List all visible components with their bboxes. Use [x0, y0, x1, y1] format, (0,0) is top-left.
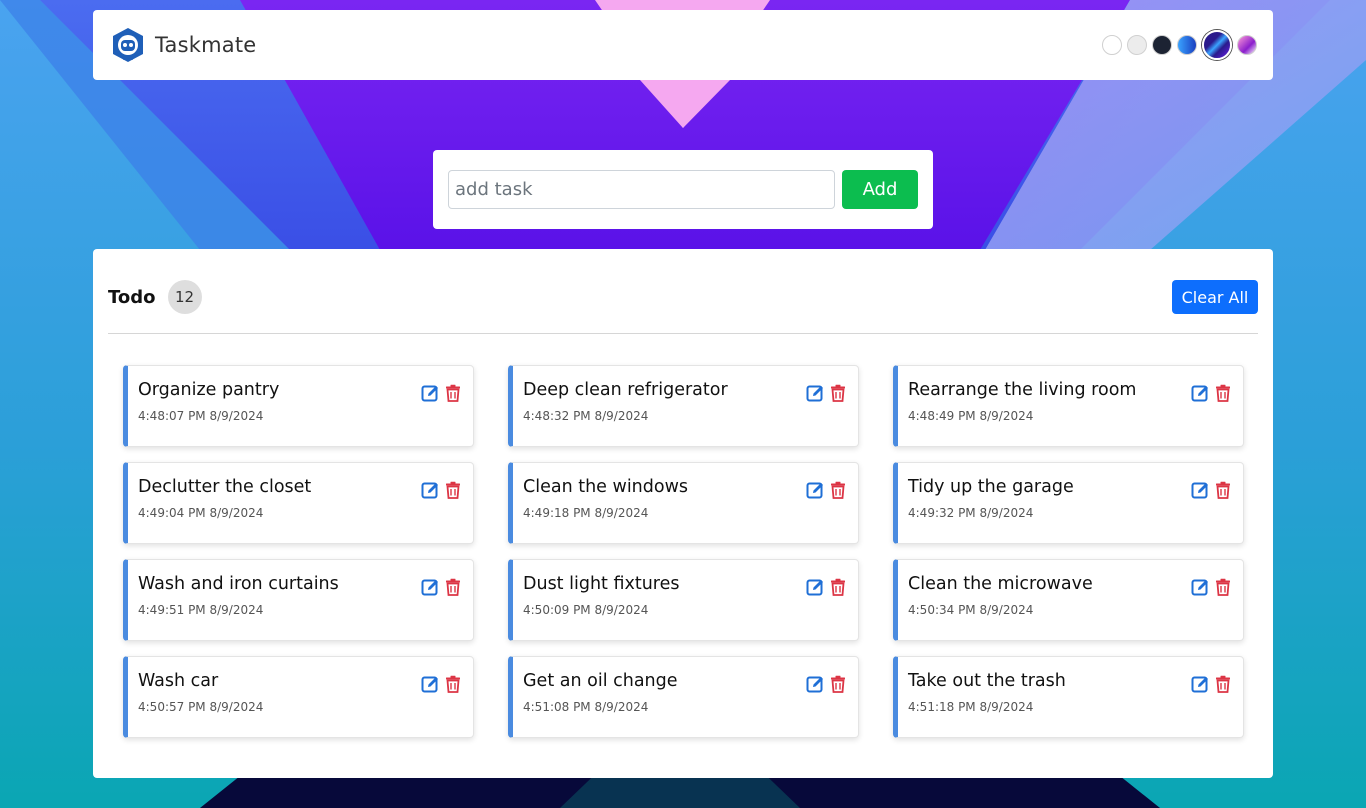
task-actions: [1191, 578, 1232, 596]
clear-all-button[interactable]: Clear All: [1172, 280, 1258, 314]
edit-icon[interactable]: [421, 384, 439, 402]
task-actions: [421, 384, 462, 402]
theme-swatch-grey[interactable]: [1127, 35, 1147, 55]
app-logo[interactable]: Taskmate: [109, 26, 256, 64]
task-timestamp: 4:48:49 PM 8/9/2024: [908, 409, 1034, 423]
task-actions: [806, 481, 847, 499]
edit-icon[interactable]: [1191, 384, 1209, 402]
task-card: Rearrange the living room 4:48:49 PM 8/9…: [893, 365, 1244, 447]
edit-icon[interactable]: [806, 675, 824, 693]
task-actions: [806, 578, 847, 596]
task-card: Wash car 4:50:57 PM 8/9/2024: [123, 656, 474, 738]
task-timestamp: 4:50:57 PM 8/9/2024: [138, 700, 264, 714]
edit-icon[interactable]: [421, 675, 439, 693]
robot-icon: [113, 28, 143, 62]
edit-icon[interactable]: [421, 481, 439, 499]
task-card: Dust light fixtures 4:50:09 PM 8/9/2024: [508, 559, 859, 641]
theme-swatch-blue[interactable]: [1177, 35, 1197, 55]
app-title: Taskmate: [155, 33, 257, 57]
task-card: Clean the windows 4:49:18 PM 8/9/2024: [508, 462, 859, 544]
edit-icon[interactable]: [1191, 675, 1209, 693]
task-card: Organize pantry 4:48:07 PM 8/9/2024: [123, 365, 474, 447]
theme-swatch-dark[interactable]: [1152, 35, 1172, 55]
task-timestamp: 4:48:07 PM 8/9/2024: [138, 409, 264, 423]
task-card: Get an oil change 4:51:08 PM 8/9/2024: [508, 656, 859, 738]
theme-swatch-pink-gradient[interactable]: [1237, 35, 1257, 55]
trash-icon[interactable]: [444, 675, 462, 693]
trash-icon[interactable]: [1214, 578, 1232, 596]
todo-panel: Todo 12 Clear All Organize pantry 4:48:0…: [93, 249, 1273, 778]
task-timestamp: 4:49:51 PM 8/9/2024: [138, 603, 264, 617]
task-timestamp: 4:49:04 PM 8/9/2024: [138, 506, 264, 520]
task-timestamp: 4:51:18 PM 8/9/2024: [908, 700, 1034, 714]
edit-icon[interactable]: [1191, 578, 1209, 596]
todo-title: Todo: [108, 286, 156, 308]
add-task-form: Add: [433, 150, 933, 229]
todo-header: Todo 12 Clear All: [108, 249, 1258, 334]
theme-swatch-purple-gradient[interactable]: [1202, 30, 1232, 60]
task-timestamp: 4:49:18 PM 8/9/2024: [523, 506, 649, 520]
task-input[interactable]: [448, 170, 835, 209]
task-actions: [421, 481, 462, 499]
task-count-badge: 12: [167, 280, 202, 314]
edit-icon[interactable]: [806, 481, 824, 499]
edit-icon[interactable]: [1191, 481, 1209, 499]
task-grid: Organize pantry 4:48:07 PM 8/9/2024 Deep…: [123, 365, 1244, 738]
theme-swatch-light[interactable]: [1102, 35, 1122, 55]
theme-switcher: [1102, 30, 1257, 60]
task-card: Wash and iron curtains 4:49:51 PM 8/9/20…: [123, 559, 474, 641]
task-actions: [1191, 675, 1232, 693]
task-timestamp: 4:51:08 PM 8/9/2024: [523, 700, 649, 714]
edit-icon[interactable]: [806, 384, 824, 402]
trash-icon[interactable]: [829, 384, 847, 402]
task-card: Take out the trash 4:51:18 PM 8/9/2024: [893, 656, 1244, 738]
task-actions: [1191, 481, 1232, 499]
task-actions: [421, 578, 462, 596]
trash-icon[interactable]: [829, 578, 847, 596]
trash-icon[interactable]: [444, 578, 462, 596]
add-task-button[interactable]: Add: [842, 170, 918, 209]
task-actions: [806, 675, 847, 693]
app-header: Taskmate: [93, 10, 1273, 80]
task-card: Deep clean refrigerator 4:48:32 PM 8/9/2…: [508, 365, 859, 447]
trash-icon[interactable]: [1214, 675, 1232, 693]
task-timestamp: 4:50:34 PM 8/9/2024: [908, 603, 1034, 617]
trash-icon[interactable]: [1214, 481, 1232, 499]
trash-icon[interactable]: [829, 675, 847, 693]
task-timestamp: 4:50:09 PM 8/9/2024: [523, 603, 649, 617]
trash-icon[interactable]: [1214, 384, 1232, 402]
task-actions: [1191, 384, 1232, 402]
task-actions: [806, 384, 847, 402]
task-card: Tidy up the garage 4:49:32 PM 8/9/2024: [893, 462, 1244, 544]
task-timestamp: 4:48:32 PM 8/9/2024: [523, 409, 649, 423]
trash-icon[interactable]: [444, 481, 462, 499]
task-card: Declutter the closet 4:49:04 PM 8/9/2024: [123, 462, 474, 544]
trash-icon[interactable]: [829, 481, 847, 499]
trash-icon[interactable]: [444, 384, 462, 402]
edit-icon[interactable]: [421, 578, 439, 596]
edit-icon[interactable]: [806, 578, 824, 596]
task-card: Clean the microwave 4:50:34 PM 8/9/2024: [893, 559, 1244, 641]
task-actions: [421, 675, 462, 693]
task-timestamp: 4:49:32 PM 8/9/2024: [908, 506, 1034, 520]
